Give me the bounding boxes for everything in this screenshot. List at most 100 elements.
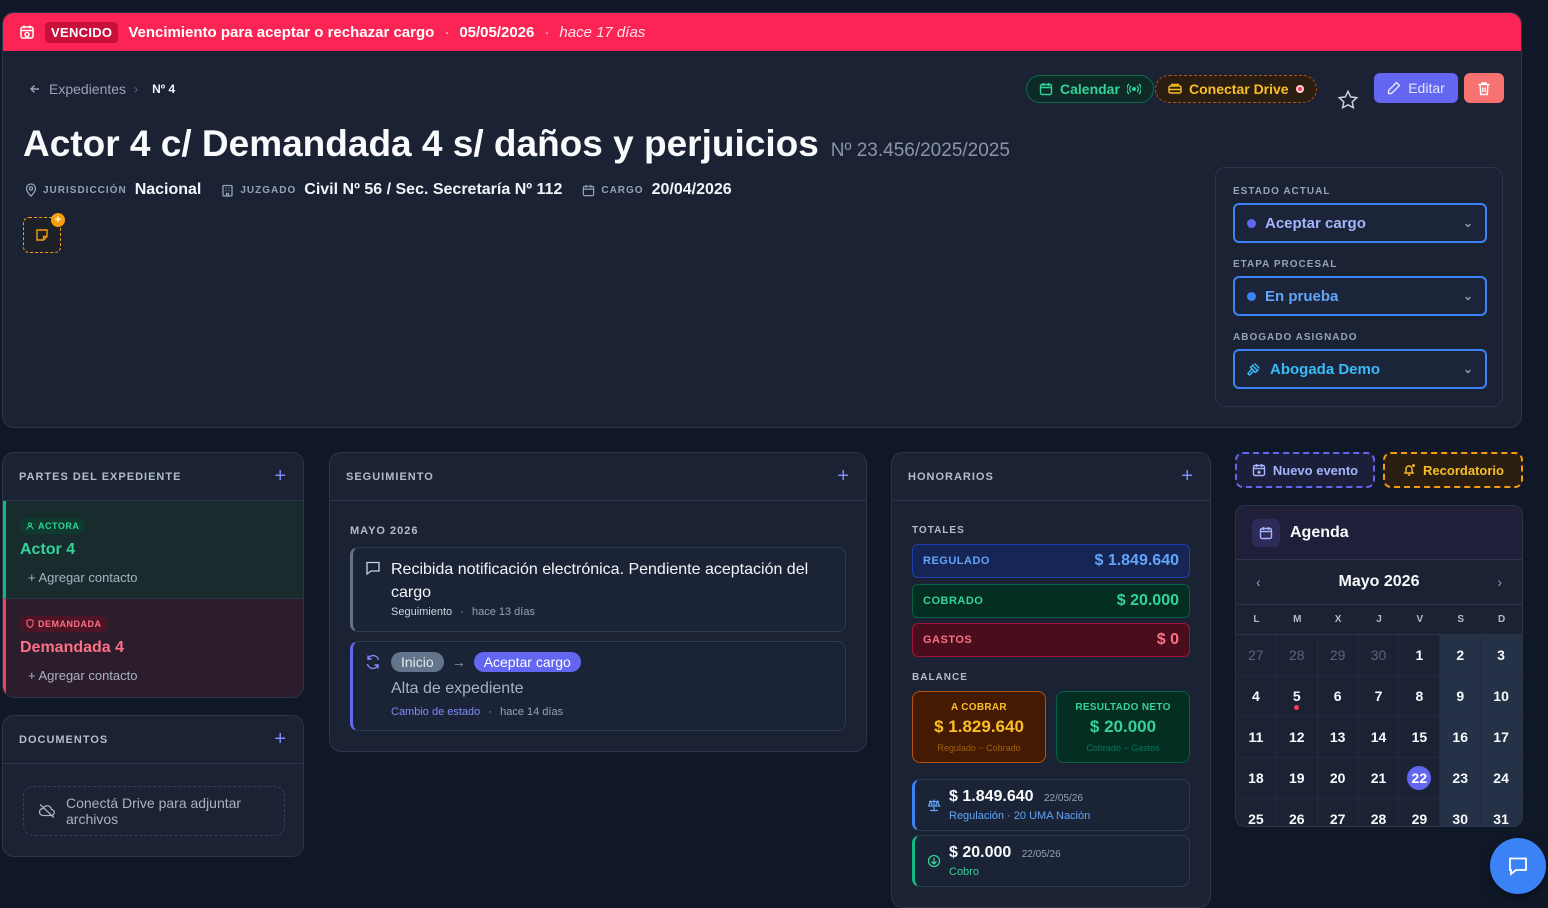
etapa-value: En prueba bbox=[1265, 287, 1339, 305]
day-number: 21 bbox=[1370, 770, 1387, 786]
calendar-day[interactable]: 22 bbox=[1399, 758, 1441, 799]
add-document-button[interactable]: + bbox=[274, 728, 287, 751]
delete-button[interactable] bbox=[1464, 73, 1504, 103]
calendar-day[interactable]: 14 bbox=[1358, 717, 1400, 758]
calendar-day[interactable]: 20 bbox=[1317, 758, 1359, 799]
calendar-day[interactable]: 29 bbox=[1317, 635, 1359, 676]
chat-button[interactable] bbox=[1490, 838, 1546, 894]
calendar-day[interactable]: 30 bbox=[1358, 635, 1400, 676]
party-item-actora[interactable]: ACTORA Actor 4 + Agregar contacto bbox=[3, 501, 303, 599]
calendar-day[interactable]: 27 bbox=[1236, 635, 1277, 676]
total-label: COBRADO bbox=[923, 595, 984, 607]
calendar-day[interactable]: 17 bbox=[1481, 717, 1522, 758]
edit-button[interactable]: Editar bbox=[1374, 73, 1458, 103]
partes-header: PARTES DEL EXPEDIENTE + bbox=[3, 453, 303, 501]
balance-sub: Regulado − Cobrado bbox=[937, 743, 1021, 753]
calendar-day[interactable]: 4 bbox=[1236, 676, 1277, 717]
party-name[interactable]: Demandada 4 bbox=[20, 639, 289, 657]
calendar-day[interactable]: 15 bbox=[1399, 717, 1441, 758]
breadcrumb-current: Nº 4 bbox=[152, 82, 176, 96]
alert-message: Vencimiento para aceptar o rechazar carg… bbox=[128, 23, 435, 41]
estado-select[interactable]: Aceptar cargo ⌄ bbox=[1233, 203, 1487, 243]
fee-movement[interactable]: $ 1.849.640 22/05/26 Regulación · 20 UMA… bbox=[912, 779, 1190, 831]
connect-drive-placeholder[interactable]: Conectá Drive para adjuntar archivos bbox=[23, 786, 285, 836]
calendar-day[interactable]: 30 bbox=[1440, 799, 1482, 826]
estado-label: ESTADO ACTUAL bbox=[1233, 186, 1331, 197]
calendar-day[interactable]: 26 bbox=[1277, 799, 1318, 826]
breadcrumb-expedientes-link[interactable]: Expedientes bbox=[49, 81, 126, 97]
comment-icon bbox=[365, 560, 381, 576]
day-number: 11 bbox=[1248, 729, 1264, 745]
new-event-button[interactable]: Nuevo evento bbox=[1235, 452, 1375, 488]
balance-title: A COBRAR bbox=[951, 702, 1007, 713]
etapa-select[interactable]: En prueba ⌄ bbox=[1233, 276, 1487, 316]
seguimiento-panel: SEGUIMIENTO + MAYO 2026 Recibida notific… bbox=[329, 452, 867, 752]
calendar-day[interactable]: 3 bbox=[1481, 635, 1522, 676]
party-item-demandada[interactable]: DEMANDADA Demandada 4 + Agregar contacto bbox=[3, 599, 303, 697]
fee-movement[interactable]: $ 20.000 22/05/26 Cobro bbox=[912, 835, 1190, 887]
timeline-entry[interactable]: Inicio → Aceptar cargo Alta de expedient… bbox=[350, 641, 846, 731]
refresh-icon bbox=[365, 654, 381, 670]
calendar-day[interactable]: 18 bbox=[1236, 758, 1277, 799]
entry-separator: · bbox=[488, 706, 493, 718]
calendar-day[interactable]: 21 bbox=[1358, 758, 1400, 799]
calendar-day[interactable]: 23 bbox=[1440, 758, 1482, 799]
calendar-day[interactable]: 5 bbox=[1276, 676, 1318, 717]
calendar-day[interactable]: 12 bbox=[1276, 717, 1318, 758]
calendar-day[interactable]: 24 bbox=[1481, 758, 1522, 799]
calendar-day[interactable]: 6 bbox=[1317, 676, 1359, 717]
day-number: 27 bbox=[1329, 811, 1346, 827]
day-number: 12 bbox=[1288, 729, 1305, 745]
total-cobrado: COBRADO $ 20.000 bbox=[912, 584, 1190, 618]
calendar-day[interactable]: 11 bbox=[1236, 717, 1277, 758]
reminder-button[interactable]: Recordatorio bbox=[1383, 452, 1523, 488]
connect-drive-button[interactable]: Conectar Drive bbox=[1155, 75, 1317, 103]
add-contact-link[interactable]: + Agregar contacto bbox=[28, 570, 289, 585]
calendar-day[interactable]: 28 bbox=[1276, 635, 1318, 676]
timeline-entry[interactable]: Recibida notificación electrónica. Pendi… bbox=[350, 547, 846, 632]
calendar-day[interactable]: 8 bbox=[1399, 676, 1441, 717]
status-panel: ESTADO ACTUAL Aceptar cargo ⌄ ETAPA PROC… bbox=[1215, 167, 1503, 407]
prev-month-icon[interactable]: ‹ bbox=[1256, 574, 1261, 590]
back-arrow-icon[interactable] bbox=[29, 83, 41, 95]
calendar-sync-button[interactable]: Calendar bbox=[1026, 75, 1154, 103]
alarm-calendar-icon bbox=[19, 24, 35, 40]
calendar-day[interactable]: 28 bbox=[1359, 799, 1400, 826]
calendar-day[interactable]: 10 bbox=[1481, 676, 1522, 717]
calendar-day[interactable]: 31 bbox=[1481, 799, 1522, 826]
day-number: 23 bbox=[1452, 770, 1468, 786]
weekday-label: V bbox=[1399, 605, 1441, 635]
calendar-day[interactable]: 25 bbox=[1236, 799, 1277, 826]
add-note-button[interactable]: + bbox=[23, 213, 65, 253]
day-number: 18 bbox=[1248, 770, 1264, 786]
abogado-select[interactable]: Abogada Demo ⌄ bbox=[1233, 349, 1487, 389]
calendar-day[interactable]: 9 bbox=[1440, 676, 1482, 717]
scale-icon bbox=[927, 798, 941, 812]
calendar-day[interactable]: 16 bbox=[1440, 717, 1482, 758]
total-label: GASTOS bbox=[923, 634, 973, 646]
party-name[interactable]: Actor 4 bbox=[20, 541, 289, 559]
add-entry-button[interactable]: + bbox=[837, 465, 850, 488]
calendar-day[interactable]: 13 bbox=[1317, 717, 1359, 758]
calendar-day[interactable]: 1 bbox=[1399, 635, 1441, 676]
pencil-icon bbox=[1387, 81, 1401, 95]
favorite-star-icon[interactable] bbox=[1337, 89, 1359, 111]
calendar-day[interactable]: 19 bbox=[1276, 758, 1318, 799]
day-number: 28 bbox=[1288, 647, 1305, 663]
add-fee-button[interactable]: + bbox=[1181, 465, 1194, 488]
balance-label: BALANCE bbox=[912, 672, 968, 683]
calendar-plus-icon bbox=[1252, 463, 1266, 477]
calendar-day[interactable]: 27 bbox=[1318, 799, 1359, 827]
add-party-button[interactable]: + bbox=[274, 465, 287, 488]
calendar-day[interactable]: 7 bbox=[1358, 676, 1400, 717]
calendar-day[interactable]: 29 bbox=[1399, 799, 1441, 826]
add-contact-link[interactable]: + Agregar contacto bbox=[28, 668, 289, 683]
calendar-day[interactable]: 2 bbox=[1440, 635, 1482, 676]
user-icon bbox=[26, 522, 34, 530]
seguimiento-title: SEGUIMIENTO bbox=[346, 470, 434, 483]
chevron-down-icon: ⌄ bbox=[1462, 289, 1473, 303]
shield-icon bbox=[26, 619, 34, 628]
next-month-icon[interactable]: › bbox=[1497, 574, 1502, 590]
case-header-card: VENCIDO Vencimiento para aceptar o recha… bbox=[2, 12, 1522, 428]
agenda-widget: Agenda ‹ Mayo 2026 › L M X J V S D 27 28 29 30 1 2 3 4… bbox=[1235, 505, 1523, 827]
